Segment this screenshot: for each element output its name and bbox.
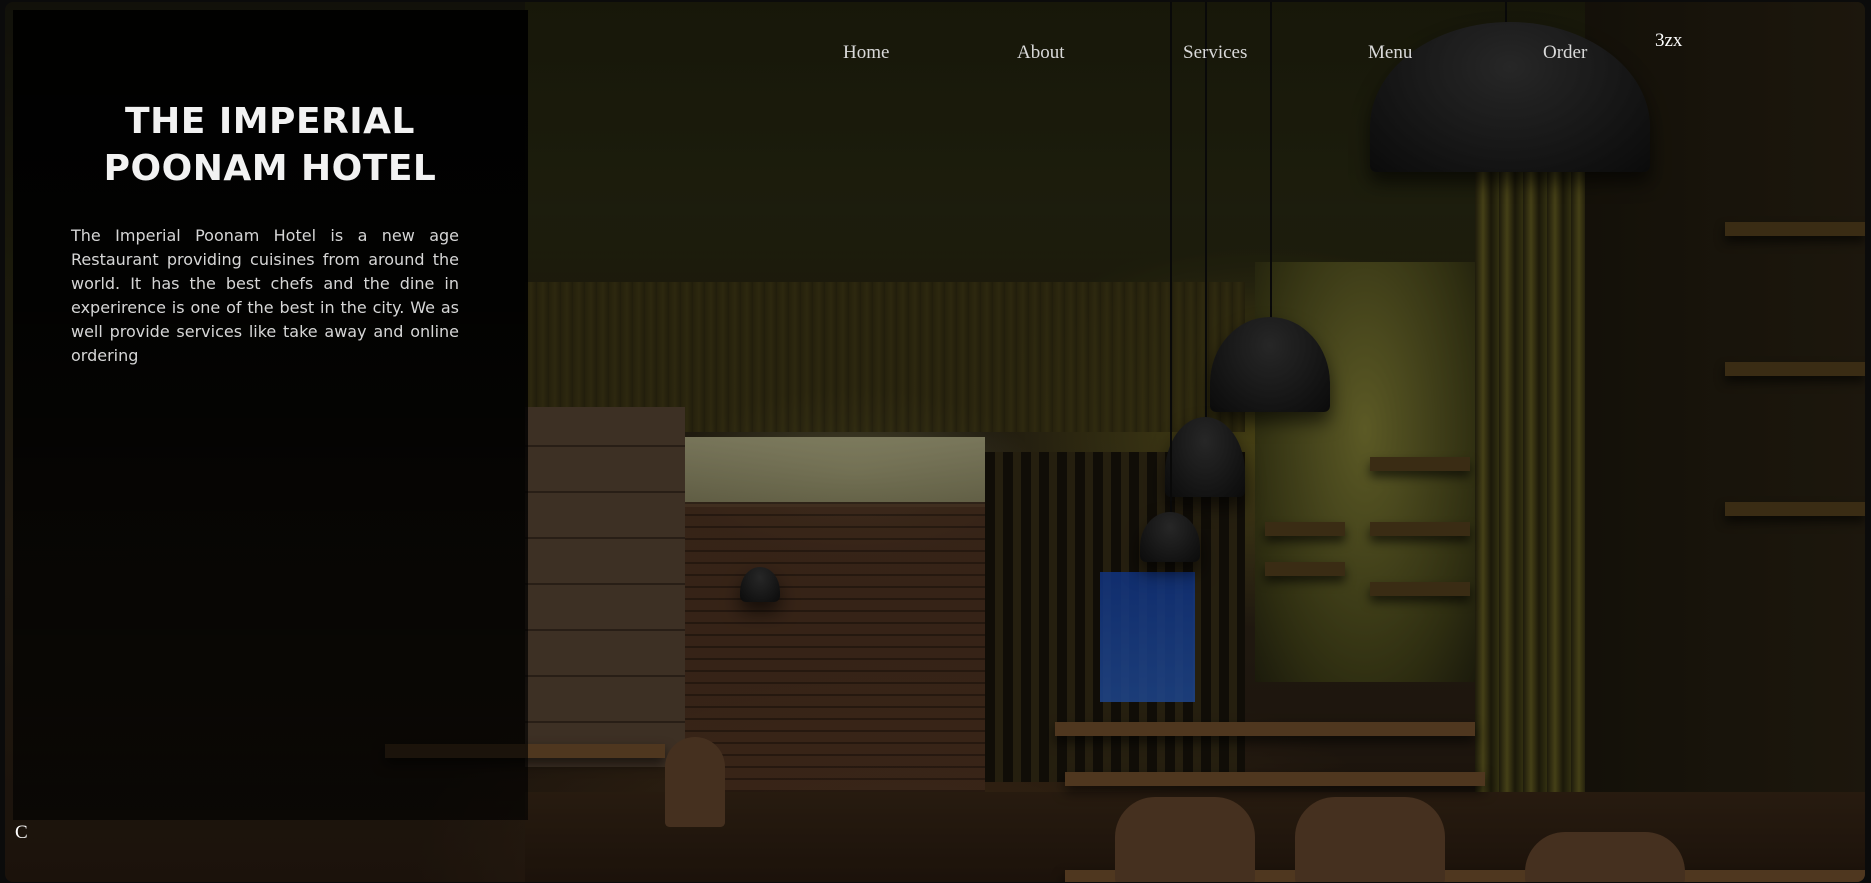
nav-link-order[interactable]: Order [1543, 42, 1587, 64]
nav-link-home[interactable]: Home [843, 42, 889, 64]
nav-link-menu[interactable]: Menu [1368, 42, 1412, 64]
page-frame: THE IMPERIAL POONAM HOTEL The Imperial P… [0, 0, 1871, 883]
nav-link-about[interactable]: About [1017, 42, 1065, 64]
hotel-title: THE IMPERIAL POONAM HOTEL [40, 98, 500, 192]
hotel-description: The Imperial Poonam Hotel is a new age R… [71, 226, 459, 365]
nav-link-services[interactable]: Services [1183, 42, 1247, 64]
bottom-left-label: C [15, 822, 28, 843]
hotel-title-line1: THE IMPERIAL [125, 101, 415, 142]
top-right-label: 3zx [1655, 30, 1683, 51]
hotel-title-line2: POONAM HOTEL [103, 148, 437, 189]
main-navigation: Home About Services Menu Order [800, 42, 1640, 72]
